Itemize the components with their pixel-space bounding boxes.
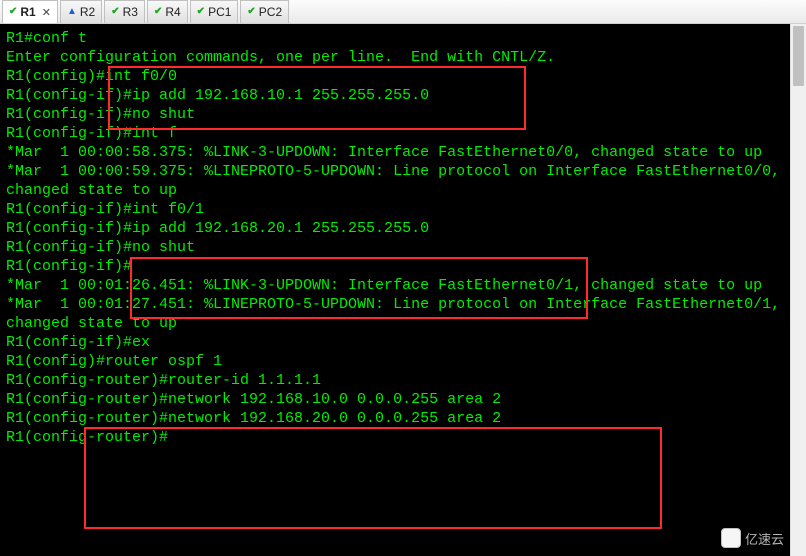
tab-label: R4 — [165, 5, 180, 19]
check-icon: ✔ — [247, 7, 255, 17]
warning-icon: ▲ — [67, 7, 77, 17]
terminal-line: R1(config-if)#ip add 192.168.10.1 255.25… — [6, 86, 784, 105]
terminal-line: R1(config-if)#ex — [6, 333, 784, 352]
tab-r2[interactable]: ▲R2 — [60, 0, 102, 23]
terminal-line: R1(config-router)# — [6, 428, 784, 447]
terminal-line: *Mar 1 00:00:58.375: %LINK-3-UPDOWN: Int… — [6, 143, 784, 162]
terminal-line: R1(config-if)#int f0/1 — [6, 200, 784, 219]
terminal-line: R1(config-if)#no shut — [6, 238, 784, 257]
tab-r4[interactable]: ✔R4 — [147, 0, 188, 23]
terminal-line: R1(config-if)#no shut — [6, 105, 784, 124]
terminal-line: *Mar 1 00:01:26.451: %LINK-3-UPDOWN: Int… — [6, 276, 784, 295]
tab-pc1[interactable]: ✔PC1 — [190, 0, 239, 23]
check-icon: ✔ — [154, 7, 162, 17]
close-icon[interactable]: ✕ — [42, 6, 51, 19]
terminal-line: R1(config-if)#int f — [6, 124, 784, 143]
scrollbar[interactable] — [790, 24, 806, 556]
tab-pc2[interactable]: ✔ PC2 — [240, 0, 289, 23]
scroll-thumb[interactable] — [793, 26, 804, 86]
terminal-line: *Mar 1 00:01:27.451: %LINEPROTO-5-UPDOWN… — [6, 295, 784, 333]
tab-r3[interactable]: ✔ R3 — [104, 0, 145, 23]
terminal-line: R1(config)#router ospf 1 — [6, 352, 784, 371]
terminal-line: *Mar 1 00:00:59.375: %LINEPROTO-5-UPDOWN… — [6, 162, 784, 200]
check-icon: ✔ — [9, 7, 17, 17]
check-icon: ✔ — [197, 7, 205, 17]
terminal-line: R1(config-router)#router-id 1.1.1.1 — [6, 371, 784, 390]
tab-label: PC1 — [208, 5, 231, 19]
tab-r1[interactable]: ✔R1 ✕ — [2, 0, 58, 23]
terminal-line: R1(config-if)#ip add 192.168.20.1 255.25… — [6, 219, 784, 238]
tab-label: R3 — [123, 5, 138, 19]
terminal-line: R1(config-if)# — [6, 257, 784, 276]
check-icon: ✔ — [111, 7, 119, 17]
terminal-line: R1(config-router)#network 192.168.10.0 0… — [6, 390, 784, 409]
tab-label: R1 — [20, 5, 35, 19]
terminal-line: R1(config-router)#network 192.168.20.0 0… — [6, 409, 784, 428]
terminal-line: Enter configuration commands, one per li… — [6, 48, 784, 67]
tab-bar: ✔R1✕▲R2✔R3✔R4✔PC1✔PC2 — [0, 0, 806, 24]
terminal-line: R1(config)#int f0/0 — [6, 67, 784, 86]
terminal-output[interactable]: R1#conf tEnter configuration commands, o… — [0, 24, 790, 556]
tab-label: R2 — [80, 5, 95, 19]
terminal-line: R1#conf t — [6, 29, 784, 48]
tab-label: PC2 — [259, 5, 282, 19]
